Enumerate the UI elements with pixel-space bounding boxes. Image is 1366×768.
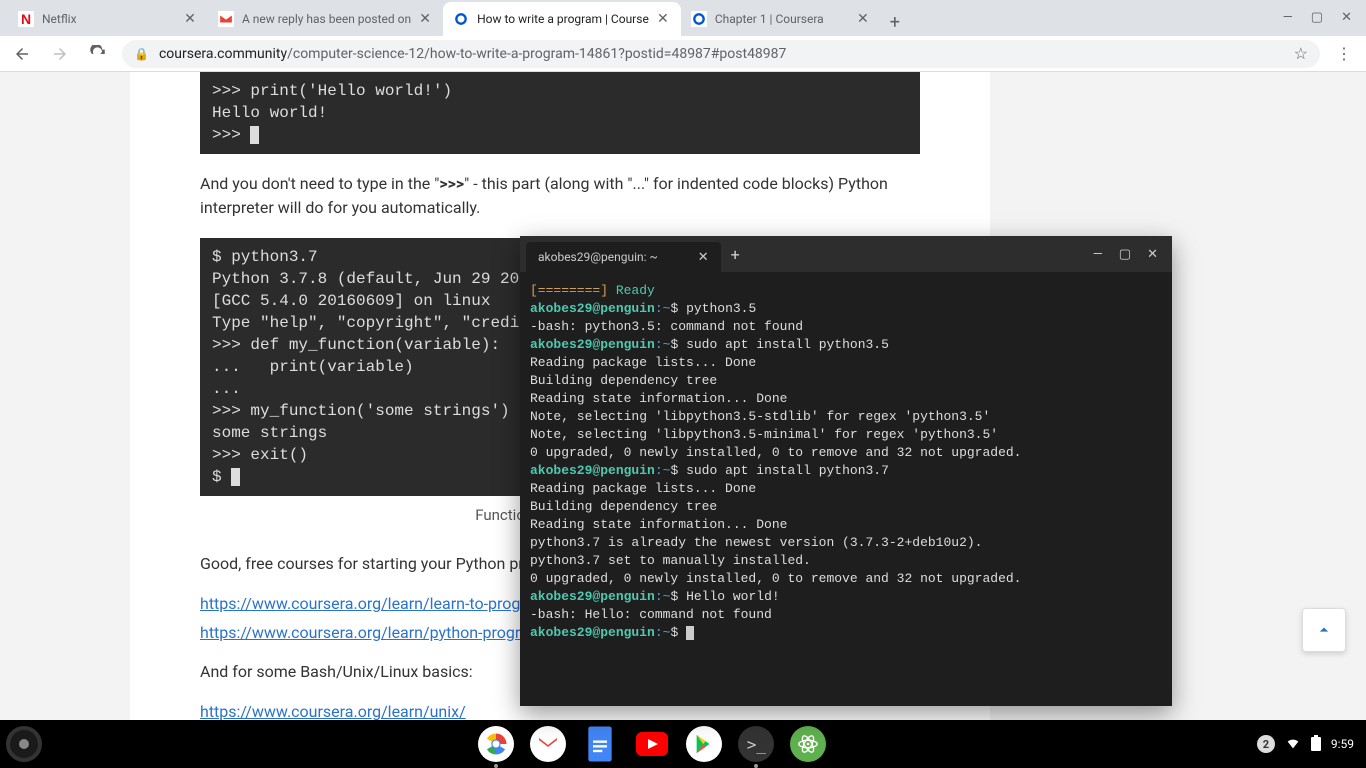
atom-icon[interactable] — [790, 726, 826, 762]
launcher-button[interactable] — [6, 726, 42, 762]
gmail-icon[interactable] — [530, 726, 566, 762]
notification-count[interactable]: 2 — [1257, 735, 1275, 753]
chrome-icon[interactable] — [478, 726, 514, 762]
tab-gmail[interactable]: A new reply has been posted on ✕ — [208, 2, 443, 36]
youtube-icon[interactable] — [634, 726, 670, 762]
lock-icon: 🔒 — [134, 47, 149, 61]
browser-menu-button[interactable]: ⋮ — [1330, 40, 1358, 68]
coursera-icon — [691, 11, 707, 27]
tab-title: Chapter 1 | Coursera — [715, 12, 849, 26]
close-icon[interactable]: ✕ — [855, 11, 871, 27]
tab-title: Netflix — [42, 12, 176, 26]
close-icon[interactable]: ✕ — [182, 11, 198, 27]
paragraph-explain: And you don't need to type in the ">>>" … — [200, 172, 920, 220]
terminal-window[interactable]: akobes29@penguin: ~ ✕ + — ▢ ✕ [========]… — [520, 236, 1172, 706]
terminal-titlebar[interactable]: akobes29@penguin: ~ ✕ + — ▢ ✕ — [520, 236, 1172, 272]
back-button[interactable] — [8, 40, 36, 68]
wifi-icon — [1285, 735, 1301, 754]
terminal-new-tab-button[interactable]: + — [731, 245, 740, 264]
terminal-shelf-icon[interactable]: >_ — [738, 726, 774, 762]
browser-tab-strip: N Netflix ✕ A new reply has been posted … — [0, 0, 1366, 36]
minimize-icon[interactable]: — — [1283, 10, 1293, 25]
tab-netflix[interactable]: N Netflix ✕ — [8, 2, 208, 36]
netflix-icon: N — [18, 11, 34, 27]
play-store-icon[interactable] — [686, 726, 722, 762]
scroll-to-top-button[interactable] — [1302, 608, 1346, 652]
close-icon[interactable]: ✕ — [655, 11, 671, 27]
url-bar[interactable]: 🔒 coursera.community/computer-science-12… — [122, 40, 1320, 68]
new-tab-button[interactable]: + — [881, 8, 909, 36]
tab-title: How to write a program | Course — [477, 12, 649, 26]
window-controls: — ▢ ✕ — [1269, 0, 1366, 35]
tab-coursera-chapter[interactable]: Chapter 1 | Coursera ✕ — [681, 2, 881, 36]
close-icon[interactable]: ✕ — [1147, 247, 1158, 262]
forward-button[interactable] — [46, 40, 74, 68]
chromeos-shelf: >_ 2 9:59 — [0, 720, 1366, 768]
bookmark-star-icon[interactable]: ☆ — [1294, 44, 1308, 63]
close-icon[interactable]: ✕ — [417, 11, 433, 27]
minimize-icon[interactable]: — — [1093, 247, 1103, 262]
url-text: coursera.community/computer-science-12/h… — [159, 46, 786, 62]
reload-button[interactable] — [84, 40, 112, 68]
terminal-tab-title: akobes29@penguin: ~ — [538, 250, 658, 264]
close-icon[interactable]: ✕ — [698, 250, 709, 265]
terminal-window-controls: — ▢ ✕ — [1093, 247, 1172, 262]
close-window-icon[interactable]: ✕ — [1341, 10, 1352, 25]
battery-icon — [1311, 735, 1321, 754]
terminal-tab[interactable]: akobes29@penguin: ~ ✕ — [526, 242, 721, 272]
maximize-icon[interactable]: ▢ — [1119, 247, 1131, 262]
coursera-icon — [453, 11, 469, 27]
terminal-body[interactable]: [========] Ready akobes29@penguin:~$ pyt… — [520, 272, 1172, 706]
code-block-hello: >>> print('Hello world!') Hello world! >… — [200, 72, 920, 154]
docs-icon[interactable] — [582, 726, 618, 762]
maximize-icon[interactable]: ▢ — [1311, 10, 1323, 25]
tab-coursera-active[interactable]: How to write a program | Course ✕ — [443, 2, 681, 36]
clock: 9:59 — [1331, 737, 1354, 751]
system-tray[interactable]: 2 9:59 — [1257, 735, 1366, 754]
gmail-icon — [218, 11, 234, 27]
tab-title: A new reply has been posted on — [242, 12, 411, 26]
address-bar: 🔒 coursera.community/computer-science-12… — [0, 36, 1366, 72]
